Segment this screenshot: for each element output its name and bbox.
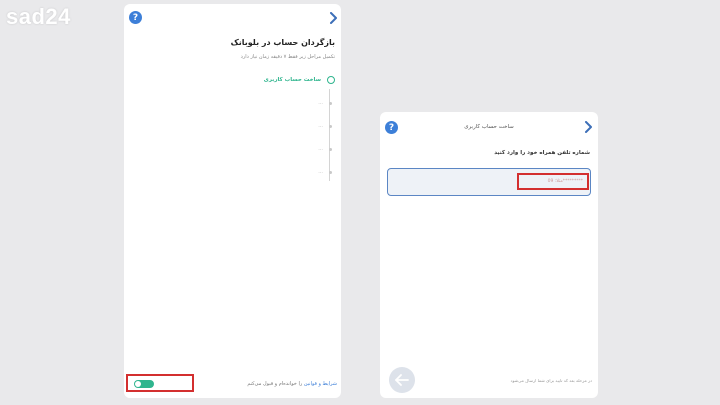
- terms-toggle[interactable]: [134, 380, 154, 388]
- step-dot-icon: [329, 147, 332, 151]
- terms-toggle-highlight: [126, 374, 194, 392]
- step-item-5: ...: [318, 167, 332, 177]
- phone-prompt: شماره تلفن همراه خود را وارد کنید: [494, 150, 590, 156]
- toggle-knob: [135, 381, 141, 387]
- onboarding-screen: ? بازگردان حساب در بلوبانک تکمیل مراحل ز…: [124, 4, 341, 398]
- step-label: ...: [318, 146, 323, 152]
- terms-rest: را خوانده‌ام و قبول می‌کنم: [247, 381, 303, 387]
- chevron-right-icon[interactable]: [583, 121, 593, 133]
- next-button[interactable]: [389, 367, 415, 393]
- step-dot-icon: [329, 101, 332, 105]
- page-title: بازگردان حساب در بلوبانک: [230, 38, 335, 47]
- step-label: ...: [318, 169, 323, 175]
- watermark-logo: sad24: [6, 4, 71, 29]
- sms-footnote: در مرحله بعد کد تایید برای شما ارسال می‌…: [510, 378, 592, 383]
- phone-placeholder: مثلا: 09*********: [547, 179, 583, 184]
- step-item-1: ساخت حساب کاربری: [264, 75, 335, 85]
- arrow-left-icon: [395, 374, 409, 386]
- terms-text: شرایط و قوانین را خوانده‌ام و قبول می‌کن…: [247, 381, 337, 387]
- step-dot-icon: [329, 124, 332, 128]
- step-label: ساخت حساب کاربری: [263, 77, 321, 83]
- terms-link[interactable]: شرایط و قوانین: [304, 381, 337, 387]
- step-label: ...: [318, 100, 323, 106]
- step-item-3: ...: [318, 121, 332, 131]
- step-item-4: ...: [318, 144, 332, 154]
- help-icon[interactable]: ?: [129, 11, 142, 24]
- step-active-icon: [327, 76, 335, 84]
- header-title: ساخت حساب کاربری: [464, 124, 514, 130]
- page-subtitle: تکمیل مراحل زیر فقط ۷ دقیقه زمان نیاز دا…: [240, 54, 335, 60]
- chevron-right-icon[interactable]: [328, 12, 338, 24]
- step-label: ...: [318, 123, 323, 129]
- step-dot-icon: [329, 170, 332, 174]
- step-item-2: ...: [318, 98, 332, 108]
- signup-screen: ? ساخت حساب کاربری شماره تلفن همراه خود …: [380, 112, 598, 398]
- phone-input-highlight: مثلا: 09*********: [517, 173, 589, 190]
